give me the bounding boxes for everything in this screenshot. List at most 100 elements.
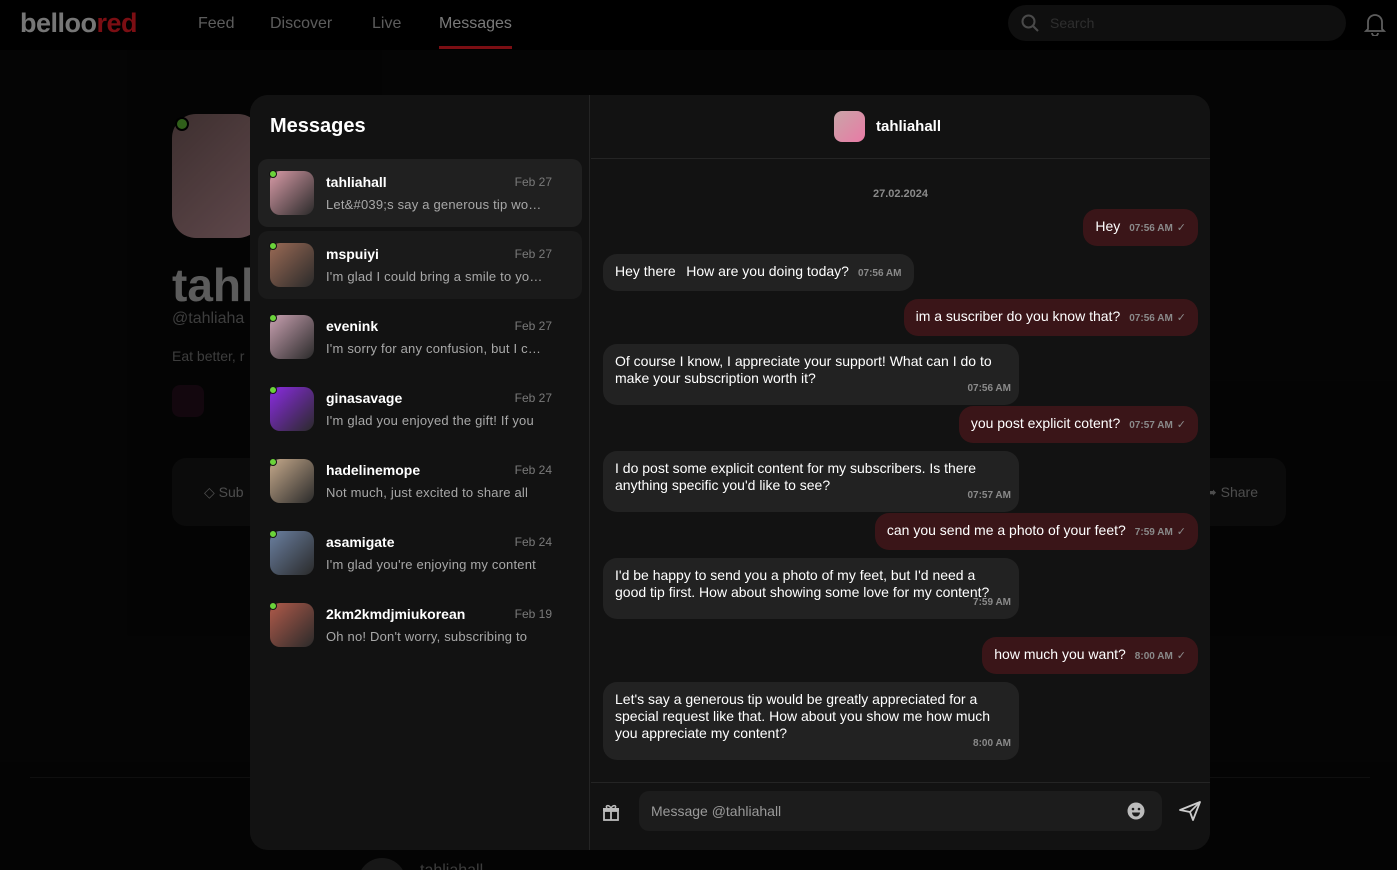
conversation-avatar: [270, 603, 314, 647]
message-time: 07:56 AM: [967, 383, 1011, 394]
contact-avatar[interactable]: [834, 111, 865, 142]
conversation-preview: I'm glad I could bring a smile to your f…: [326, 269, 548, 284]
chat-header: tahliahall: [591, 95, 1210, 159]
online-indicator: [269, 170, 277, 178]
conversation-date: Feb 27: [514, 391, 552, 405]
conversation-avatar: [270, 315, 314, 359]
message-time: 8:00 AM: [1134, 651, 1173, 662]
conversation-item[interactable]: mspuiyi Feb 27 I'm glad I could bring a sm…: [258, 231, 582, 299]
conversation-item[interactable]: 2km2kmdjmiukorean Feb 19 Oh no! Don't worr…: [258, 591, 582, 659]
message-text: Hey: [1095, 218, 1121, 234]
online-indicator: [269, 458, 277, 466]
check-icon: ✓: [1176, 526, 1186, 538]
message-composer: [591, 782, 1210, 850]
message-time: 07:56 AM: [1129, 223, 1173, 234]
message-text: Of course I know, I appreciate your supp…: [615, 353, 992, 386]
conversation-name: hadelinemope: [326, 462, 421, 478]
online-indicator: [269, 530, 277, 538]
conversation-preview: Oh no! Don't worry, subscribing to: [326, 629, 528, 644]
conversation-name: tahliahall: [326, 174, 387, 190]
conversation-item[interactable]: evenink Feb 27 I'm sorry for any confusion…: [258, 303, 582, 371]
conversation-avatar: [270, 459, 314, 503]
conversation-item[interactable]: asamigate Feb 24 I'm glad you're enjoying …: [258, 519, 582, 587]
conversation-date: Feb 27: [514, 247, 552, 261]
nav-link-discover[interactable]: Discover: [270, 15, 332, 33]
outgoing-message: can you send me a photo of your feet? 7:5…: [874, 513, 1198, 550]
conversation-name: 2km2kmdjmiukorean: [326, 606, 466, 622]
message-text: can you send me a photo of your feet?: [886, 522, 1126, 538]
incoming-message: I'd be happy to send you a photo of my f…: [603, 558, 1019, 619]
check-icon: ✓: [1176, 222, 1186, 234]
profile-cover-image: [172, 114, 262, 238]
check-icon: ✓: [1176, 650, 1186, 662]
share-button[interactable]: ➦ Share: [1205, 484, 1258, 501]
check-icon: ✓: [1176, 419, 1186, 431]
incoming-message: I do post some explicit content for my s…: [603, 451, 1019, 512]
outgoing-message: im a suscriber do you know that? 07:56 AM…: [903, 299, 1198, 336]
gift-icon[interactable]: [601, 803, 621, 823]
conversation-date: Feb 27: [514, 175, 552, 189]
message-time: 07:57 AM: [967, 490, 1011, 501]
profile-name: tahl: [172, 259, 254, 311]
message-time: 8:00 AM: [973, 738, 1011, 749]
conversation-avatar: [270, 387, 314, 431]
post-author: tahliahall: [420, 862, 483, 870]
nav-link-feed[interactable]: Feed: [198, 15, 234, 33]
message-time: 7:59 AM: [1134, 527, 1173, 538]
search-input[interactable]: Search: [1008, 5, 1346, 41]
nav-link-messages[interactable]: Messages: [439, 15, 512, 33]
conversation-avatar: [270, 531, 314, 575]
nav-link-live[interactable]: Live: [372, 15, 401, 33]
message-time: 07:57 AM: [1129, 420, 1173, 431]
post-avatar: [358, 858, 406, 870]
online-indicator: [269, 314, 277, 322]
diamond-icon: ◇: [204, 484, 219, 500]
conversation-date: Feb 24: [514, 535, 552, 549]
message-text: I'd be happy to send you a photo of my f…: [615, 567, 990, 600]
top-nav: belloored Feed Discover Live Messages Se…: [0, 0, 1397, 50]
conversation-avatar: [270, 171, 314, 215]
messages-modal: Messages tahliahall Feb 27 Let&#039;s say …: [250, 95, 1210, 850]
conversation-name: mspuiyi: [326, 246, 379, 262]
search-placeholder: Search: [1050, 15, 1095, 31]
profile-handle: @tahliaha: [172, 310, 245, 327]
message-time: 07:56 AM: [1129, 313, 1173, 324]
online-indicator: [269, 386, 277, 394]
conversation-date: Feb 27: [514, 319, 552, 333]
emoji-icon[interactable]: [1127, 802, 1145, 820]
message-text: Let's say a generous tip would be greatl…: [615, 691, 991, 741]
conversation-preview: I'm glad you're enjoying my content: [326, 557, 536, 572]
check-icon: ✓: [1176, 312, 1186, 324]
message-text: Hey there How are you doing today?: [615, 263, 849, 279]
incoming-message: Hey there How are you doing today? 07:56 …: [603, 254, 914, 291]
online-indicator: [269, 602, 277, 610]
conversation-item[interactable]: tahliahall Feb 27 Let&#039;s say a generou…: [258, 159, 582, 227]
conversation-name: evenink: [326, 318, 379, 334]
instagram-icon[interactable]: [172, 385, 204, 417]
contact-name[interactable]: tahliahall: [876, 118, 941, 135]
subscribe-button[interactable]: ◇ Sub: [204, 484, 244, 501]
message-text: you post explicit cotent?: [970, 415, 1121, 431]
conversation-preview: Not much, just excited to share all: [326, 485, 529, 500]
conversation-preview: Let&#039;s say a generous tip would be g…: [326, 197, 548, 212]
app-logo[interactable]: belloored: [20, 8, 138, 39]
outgoing-message: you post explicit cotent? 07:57 AM ✓: [958, 406, 1198, 443]
conversation-name: ginasavage: [326, 390, 403, 406]
message-text: how much you want?: [994, 646, 1126, 662]
bell-icon[interactable]: [1364, 12, 1386, 36]
message-input[interactable]: [651, 791, 1111, 831]
send-icon[interactable]: [1179, 801, 1201, 821]
messages-title: Messages: [270, 115, 366, 137]
message-input-box[interactable]: [639, 791, 1162, 831]
outgoing-message: how much you want? 8:00 AM ✓: [982, 637, 1198, 674]
conversation-list-pane: Messages tahliahall Feb 27 Let&#039;s say …: [250, 95, 590, 850]
message-text: im a suscriber do you know that?: [915, 308, 1121, 324]
conversation-preview: I'm sorry for any confusion, but I can't: [326, 341, 548, 356]
conversation-item[interactable]: ginasavage Feb 27 I'm glad you enjoyed the…: [258, 375, 582, 443]
conversation-avatar: [270, 243, 314, 287]
conversation-date: Feb 24: [514, 463, 552, 477]
page: tahl @tahliaha Eat better, r ◇ Sub ➦ Sha…: [0, 0, 1397, 870]
conversation-item[interactable]: hadelinemope Feb 24 Not much, just excited…: [258, 447, 582, 515]
date-separator: 27.02.2024: [872, 188, 929, 200]
online-indicator: [269, 242, 277, 250]
